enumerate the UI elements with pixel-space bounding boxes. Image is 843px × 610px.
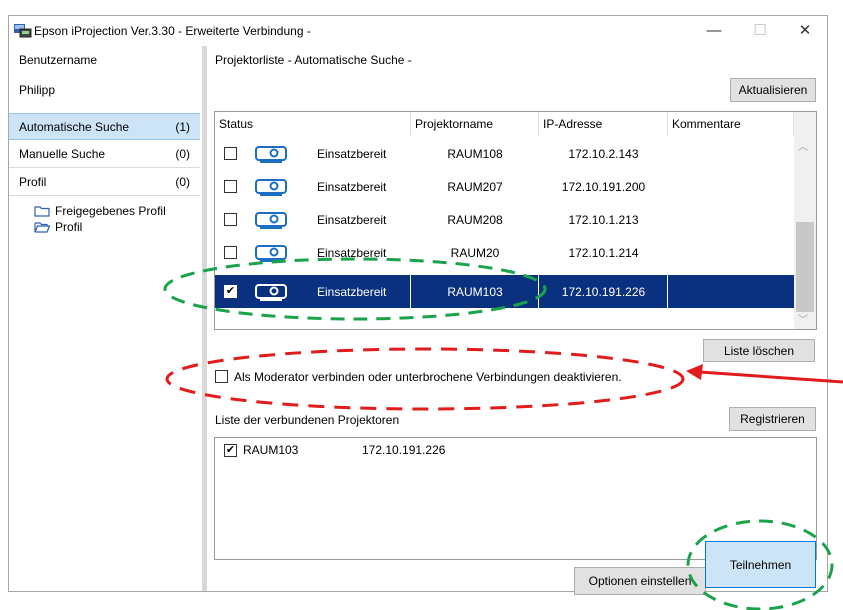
row-checkbox[interactable] (224, 147, 237, 160)
nav-item-count: (0) (175, 175, 190, 189)
table-row[interactable]: Einsatzbereit RAUM20 172.10.1.214 (215, 236, 794, 269)
table-row[interactable]: Einsatzbereit RAUM207 172.10.191.200 (215, 170, 794, 203)
projector-list-title: Projektorliste - Automatische Suche - (215, 53, 412, 67)
row-ip-address: 172.10.2.143 (568, 146, 639, 161)
nav-item-count: (1) (175, 119, 190, 134)
tree-item-profile[interactable]: Profil (34, 220, 82, 234)
projector-icon (255, 245, 287, 262)
nav-item-automatic-search[interactable]: Automatische Suche (1) (9, 113, 200, 140)
projector-icon (255, 179, 287, 196)
close-icon: ✕ (798, 22, 812, 39)
minimize-button[interactable]: — (692, 16, 736, 44)
username-value: Philipp (19, 83, 56, 97)
row-status: Einsatzbereit (317, 245, 387, 260)
row-projector-name: RAUM208 (447, 212, 503, 227)
projector-icon (255, 146, 287, 163)
row-ip-address: 172.10.1.214 (568, 245, 639, 260)
nav-item-manual-search[interactable]: Manuelle Suche (0) (9, 141, 200, 168)
set-options-button[interactable]: Optionen einstellen (574, 567, 706, 595)
nav-item-label: Automatische Suche (19, 119, 130, 134)
column-header-ip-address[interactable]: IP-Adresse (539, 112, 668, 136)
scroll-down-icon[interactable]: ﹀ (798, 311, 808, 326)
column-separator (410, 275, 411, 308)
moderator-checkbox[interactable] (215, 370, 228, 383)
projector-icon (255, 284, 287, 301)
row-ip-address: 172.10.191.226 (561, 284, 646, 299)
folder-open-icon (34, 222, 50, 233)
join-button[interactable]: Teilnehmen (705, 541, 816, 588)
nav-item-label: Profil (19, 175, 47, 189)
register-button[interactable]: Registrieren (729, 407, 816, 431)
scrollbar-thumb[interactable] (796, 222, 814, 312)
nav-item-label: Manuelle Suche (19, 147, 106, 161)
row-status: Einsatzbereit (317, 179, 387, 194)
row-checkbox[interactable] (224, 213, 237, 226)
close-button[interactable]: ✕ (783, 16, 827, 44)
tree-item-shared-profile[interactable]: Freigegebenes Profil (34, 204, 166, 218)
scroll-up-icon[interactable]: ︿ (798, 138, 808, 153)
maximize-icon: ☐ (753, 22, 767, 39)
row-checkbox-checked[interactable]: ✔ (224, 285, 237, 298)
connected-projector-name: RAUM103 (243, 443, 299, 457)
row-ip-address: 172.10.191.200 (561, 179, 646, 194)
row-status: Einsatzbereit (317, 146, 387, 161)
clear-list-button[interactable]: Liste löschen (703, 339, 815, 362)
column-separator (538, 275, 539, 308)
column-separator (667, 275, 668, 308)
row-projector-name: RAUM20 (450, 245, 500, 260)
tree-item-label: Profil (55, 220, 83, 234)
nav-item-count: (0) (175, 147, 190, 161)
row-projector-name: RAUM103 (447, 284, 503, 299)
row-projector-name: RAUM108 (447, 146, 503, 161)
connected-projectors-title: Liste der verbundenen Projektoren (215, 413, 400, 427)
table-row[interactable]: Einsatzbereit RAUM208 172.10.1.213 (215, 203, 794, 236)
column-header-projector-name[interactable]: Projektorname (411, 112, 539, 136)
minimize-icon: — (706, 21, 722, 39)
table-row-selected[interactable]: ✔ Einsatzbereit RAUM103 172.10.191.226 (215, 275, 794, 308)
maximize-button[interactable]: ☐ (738, 16, 782, 44)
table-row[interactable]: Einsatzbereit RAUM108 172.10.2.143 (215, 137, 794, 170)
row-checkbox[interactable] (224, 246, 237, 259)
folder-icon (34, 206, 50, 217)
username-label: Benutzername (19, 53, 98, 67)
nav-item-profile[interactable]: Profil (0) (9, 169, 200, 196)
pane-splitter[interactable] (202, 46, 207, 591)
moderator-checkbox-label[interactable]: Als Moderator verbinden oder unterbroche… (234, 370, 622, 384)
row-checkbox[interactable] (224, 180, 237, 193)
column-header-comments[interactable]: Kommentare (668, 112, 794, 136)
connected-projector-ip: 172.10.191.226 (362, 443, 446, 457)
row-projector-name: RAUM207 (447, 179, 503, 194)
column-header-status[interactable]: Status (215, 112, 411, 136)
app-icon (14, 24, 32, 38)
row-status: Einsatzbereit (317, 284, 387, 299)
connected-checkbox-checked[interactable]: ✔ (224, 444, 237, 457)
row-status: Einsatzbereit (317, 212, 387, 227)
row-ip-address: 172.10.1.213 (568, 212, 639, 227)
window-title: Epson iProjection Ver.3.30 - Erweiterte … (34, 24, 311, 38)
refresh-button[interactable]: Aktualisieren (730, 78, 816, 102)
projector-icon (255, 212, 287, 229)
tree-item-label: Freigegebenes Profil (55, 204, 166, 218)
